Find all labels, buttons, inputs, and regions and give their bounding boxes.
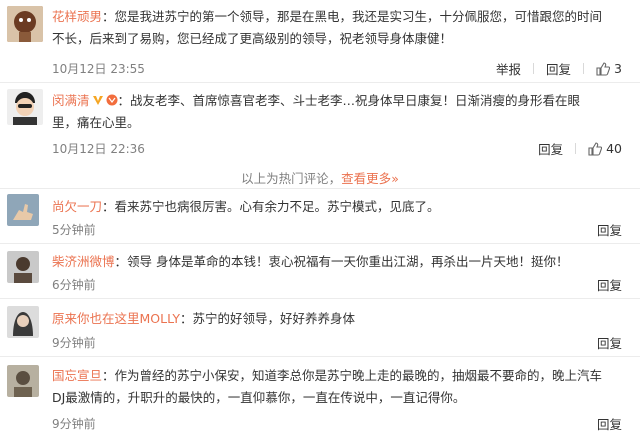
- separator: [583, 63, 585, 74]
- comment-text: 尚欠一刀：看来苏宁也病很厉害。心有余力不足。苏宁模式，见底了。: [52, 199, 440, 214]
- comment-actions: 回复 40: [538, 139, 622, 158]
- reply-button[interactable]: 回复: [597, 333, 622, 352]
- person-avatar-icon: [7, 365, 39, 397]
- divider: [0, 188, 640, 189]
- avatar[interactable]: [7, 6, 43, 42]
- woman-avatar-icon: [7, 306, 39, 338]
- divider: [0, 82, 640, 83]
- avatar[interactable]: [7, 365, 39, 397]
- like-count: 3: [614, 61, 622, 76]
- report-button[interactable]: 举报: [496, 59, 521, 78]
- comment-actions: 回复: [597, 414, 622, 433]
- child-avatar-icon: [7, 6, 43, 42]
- reply-button[interactable]: 回复: [597, 414, 622, 433]
- reply-button[interactable]: 回复: [538, 139, 563, 158]
- comment-text: 国忘宣旦：作为曾经的苏宁小保安，知道李总你是苏宁晚上走的最晚的，抽烟最不要命的，…: [52, 368, 603, 405]
- reply-button[interactable]: 回复: [597, 275, 622, 294]
- user-name-link[interactable]: 花样顽男: [52, 9, 102, 24]
- vip-badge-icon: [106, 94, 118, 106]
- like-button[interactable]: 3: [596, 61, 622, 76]
- avatar[interactable]: [7, 194, 39, 226]
- separator: [533, 63, 535, 74]
- reply-button[interactable]: 回复: [597, 220, 622, 239]
- like-button[interactable]: 40: [588, 141, 622, 156]
- comment-text: 花样顽男：您是我进苏宁的第一个领导，那是在黑电，我还是实习生，十分佩服您，可惜跟…: [52, 9, 603, 46]
- comment-time: 10月12日 22:36: [52, 142, 145, 156]
- comment-actions: 举报 回复 3: [496, 59, 622, 78]
- divider: [0, 356, 640, 357]
- divider: [0, 243, 640, 244]
- man-avatar-icon: [7, 89, 43, 125]
- verified-v-icon: [92, 96, 103, 105]
- comment-actions: 回复: [597, 275, 622, 294]
- thumb-up-icon: [596, 61, 611, 76]
- separator: [575, 143, 577, 154]
- person-avatar-icon: [7, 251, 39, 283]
- comment-time: 5分钟前: [52, 223, 96, 237]
- thumb-up-icon: [588, 141, 603, 156]
- user-name-link[interactable]: 国忘宣旦: [52, 368, 102, 383]
- view-more-link[interactable]: 查看更多»: [341, 171, 399, 186]
- user-name-link[interactable]: 闵满清: [52, 93, 90, 108]
- like-count: 40: [606, 141, 622, 156]
- hot-comments-divider: 以上为热门评论，查看更多»: [241, 171, 399, 186]
- comment-time: 9分钟前: [52, 336, 96, 350]
- divider: [0, 298, 640, 299]
- avatar[interactable]: [7, 306, 39, 338]
- comment-time: 6分钟前: [52, 278, 96, 292]
- comment-text: 柴济洲微博：领导 身体是革命的本钱！衷心祝福有一天你重出江湖，再杀出一片天地！挺…: [52, 254, 569, 269]
- comment-text: 原来你也在这里MOLLY：苏宁的好领导，好好养养身体: [52, 311, 356, 326]
- reply-button[interactable]: 回复: [546, 59, 571, 78]
- comment-actions: 回复: [597, 220, 622, 239]
- avatar[interactable]: [7, 251, 39, 283]
- comment-actions: 回复: [597, 333, 622, 352]
- user-name-link[interactable]: 柴济洲微博: [52, 254, 115, 269]
- user-name-link[interactable]: 尚欠一刀: [52, 199, 102, 214]
- avatar[interactable]: [7, 89, 43, 125]
- comment-time: 9分钟前: [52, 417, 96, 431]
- hand-avatar-icon: [7, 194, 39, 226]
- user-name-link[interactable]: 原来你也在这里MOLLY: [52, 311, 180, 326]
- comment-time: 10月12日 23:55: [52, 62, 145, 76]
- comment-text: 闵满清 ：战友老李、首席惊喜官老李、斗士老李…祝身体早日康复！日渐消瘦的身形看在眼…: [52, 93, 581, 130]
